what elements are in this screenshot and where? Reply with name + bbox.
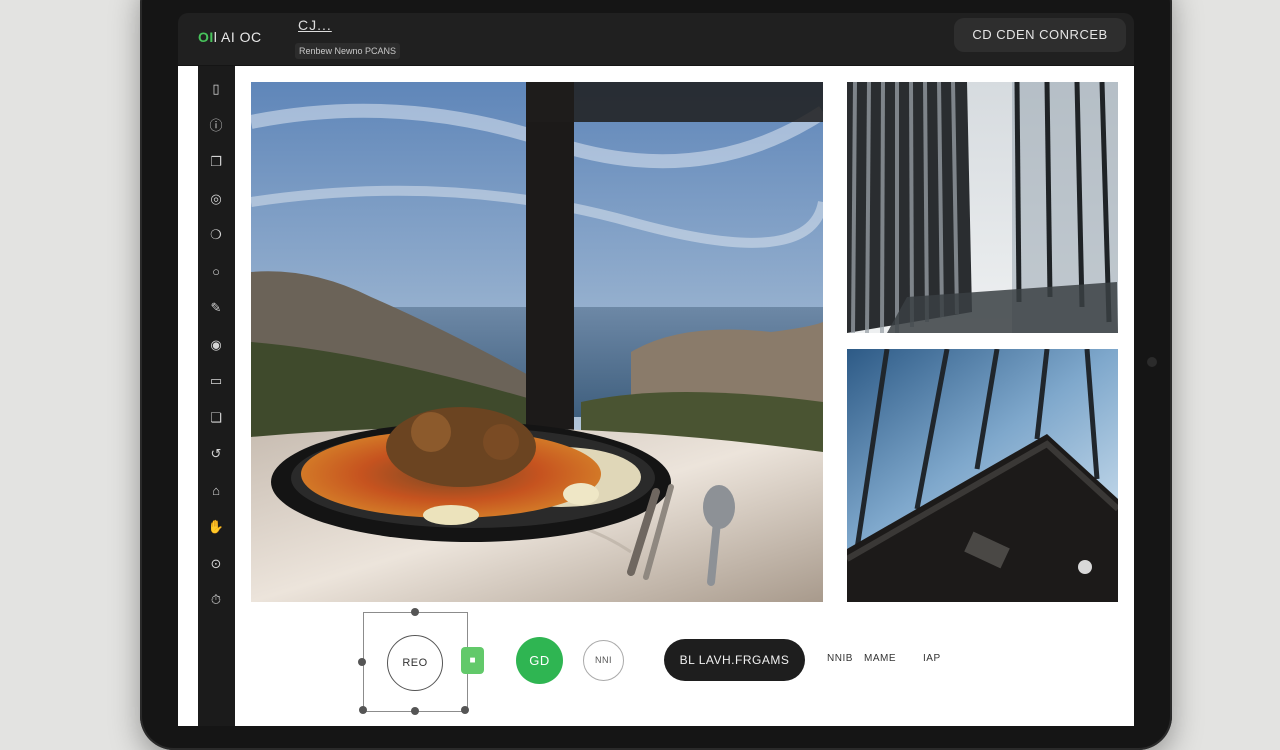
resize-handle-bottom[interactable] [411, 707, 419, 715]
photo-food-seaview[interactable] [251, 82, 823, 602]
copy-icon[interactable]: ❐ [206, 152, 226, 172]
record-button[interactable]: REO [387, 635, 443, 691]
badge-icon[interactable]: ❍ [206, 225, 226, 245]
lens-icon[interactable]: ◉ [206, 335, 226, 355]
primary-pill-button[interactable]: BL LAVH.FRGAMS [664, 639, 805, 681]
go-button[interactable]: GD [516, 637, 563, 684]
hand-icon[interactable]: ✋ [206, 517, 226, 537]
logo-text: l AI OC [213, 29, 262, 45]
circle-icon[interactable]: ○ [206, 262, 226, 282]
logo-accent: OI [198, 29, 214, 45]
small-circle-button[interactable]: NNI [583, 640, 624, 681]
link-icon[interactable]: ⊙ [206, 554, 226, 574]
info-icon[interactable]: ⓘ [206, 116, 226, 136]
photo-glass-building-art [847, 349, 1118, 602]
photo-building-stripes-art [847, 82, 1118, 333]
document-subtitle[interactable]: Renbew Newno PCANS [295, 43, 401, 59]
resize-handle-corner-right[interactable] [461, 706, 469, 714]
loop-icon[interactable]: ↺ [206, 444, 226, 464]
top-action-button[interactable]: CD CDEN CONRCEB [954, 18, 1126, 52]
photo-food-art [251, 82, 823, 602]
bell-icon[interactable]: ⌂ [206, 481, 226, 501]
photo-glass-building[interactable] [847, 349, 1118, 602]
layers-icon[interactable]: ❏ [206, 408, 226, 428]
pen-icon[interactable]: ✎ [206, 298, 226, 318]
green-tag-button[interactable]: ■ [461, 647, 484, 674]
footer-link-3[interactable]: IAP [923, 653, 941, 664]
square-icon[interactable]: ▯ [206, 79, 226, 99]
document-title[interactable]: CJ... [298, 17, 332, 33]
footer-link-1[interactable]: NNIB [827, 653, 853, 664]
footer-link-2[interactable]: MAME [864, 653, 896, 664]
photo-building-stripes[interactable] [847, 82, 1118, 333]
clock-icon[interactable]: ⏱ [206, 590, 226, 610]
resize-handle-corner[interactable] [359, 706, 367, 714]
camera-dot [1147, 357, 1157, 367]
app-logo[interactable]: OIl AI OC [198, 29, 262, 45]
resize-handle-left[interactable] [358, 658, 366, 666]
target-icon[interactable]: ◎ [206, 189, 226, 209]
resize-handle-top[interactable] [411, 608, 419, 616]
crop-icon[interactable]: ▭ [206, 371, 226, 391]
